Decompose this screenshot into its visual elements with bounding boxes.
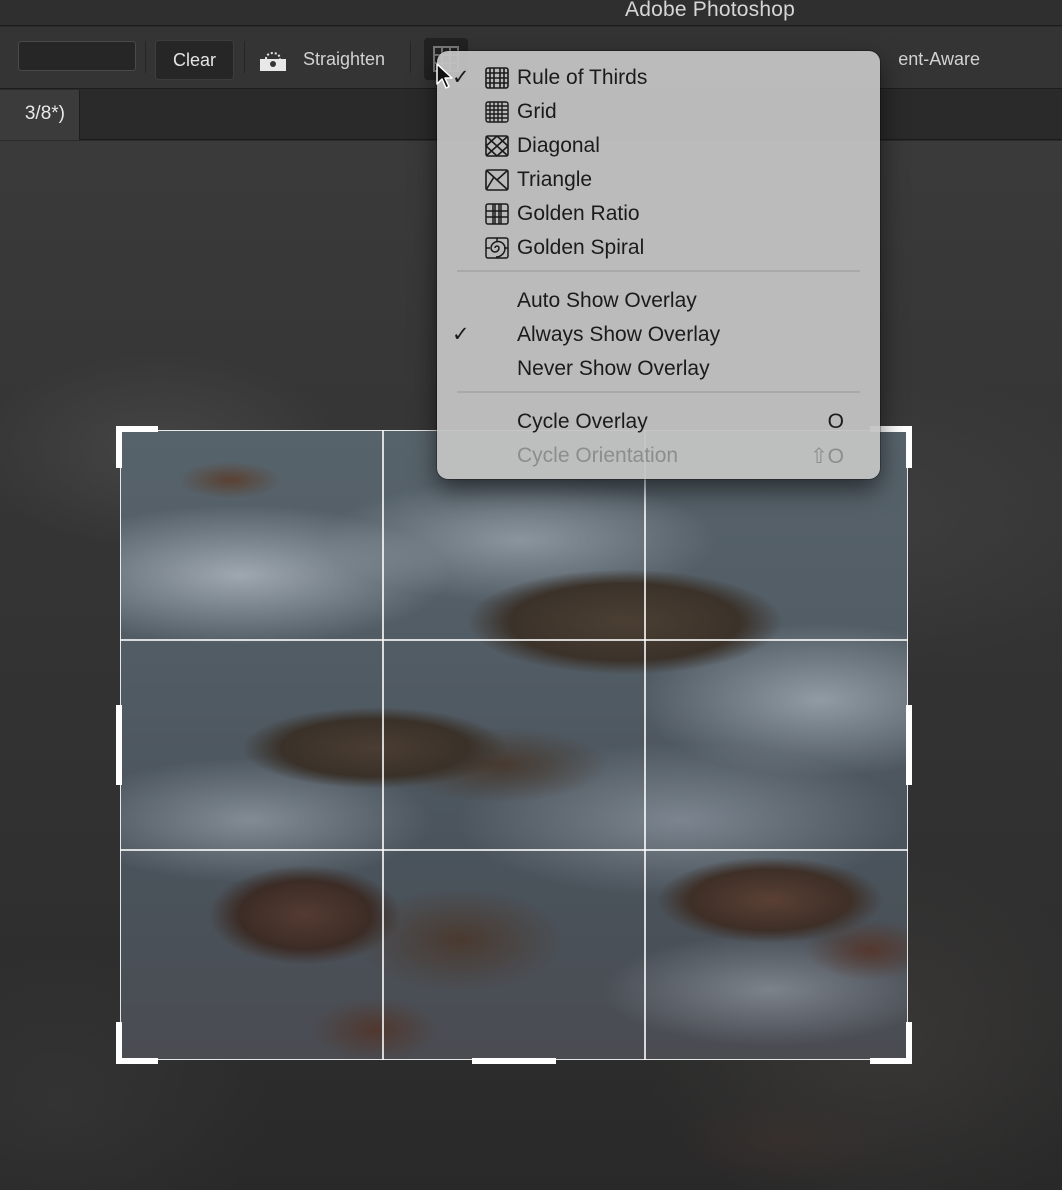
- crop-handle-top-right[interactable]: [906, 426, 912, 468]
- golden-ratio-icon: [485, 203, 509, 225]
- menu-item-grid[interactable]: Grid: [437, 93, 880, 127]
- crop-handle-right[interactable]: [906, 705, 912, 785]
- menu-item-cycle-overlay[interactable]: Cycle Overlay O: [437, 403, 880, 437]
- options-separator: [244, 41, 245, 73]
- rule-of-thirds-icon: [485, 67, 509, 89]
- menu-item-never-show-overlay[interactable]: Never Show Overlay: [437, 350, 880, 384]
- overlay-options-menu: ✓ Rule of Thirds Grid Diagonal Triangle …: [437, 51, 880, 479]
- menu-item-label: Triangle: [517, 168, 593, 191]
- straighten-button-label[interactable]: Straighten: [303, 49, 385, 70]
- straighten-level-icon[interactable]: [256, 47, 290, 73]
- title-bar: Adobe Photoshop: [0, 0, 1062, 26]
- menu-item-label: Always Show Overlay: [517, 323, 721, 346]
- menu-item-cycle-orientation: Cycle Orientation ⇧O: [437, 437, 880, 471]
- menu-item-label: Golden Ratio: [517, 202, 640, 225]
- menu-item-label: Golden Spiral: [517, 236, 645, 259]
- crop-handle-bottom-left[interactable]: [116, 1022, 122, 1064]
- triangle-icon: [485, 169, 509, 191]
- menu-item-golden-spiral[interactable]: Golden Spiral: [437, 229, 880, 263]
- menu-item-label: Rule of Thirds: [517, 66, 648, 89]
- keyboard-shortcut: O: [827, 410, 844, 433]
- clear-button[interactable]: Clear: [155, 40, 234, 80]
- menu-item-triangle[interactable]: Triangle: [437, 161, 880, 195]
- crop-handle-top-left[interactable]: [116, 426, 122, 468]
- document-tab[interactable]: 3/8*): [0, 90, 80, 140]
- menu-item-label: Cycle Overlay: [517, 410, 648, 433]
- keyboard-shortcut: ⇧O: [810, 445, 844, 468]
- menu-item-golden-ratio[interactable]: Golden Ratio: [437, 195, 880, 229]
- crop-handle-bottom-left[interactable]: [116, 1058, 158, 1064]
- grid-icon: [485, 101, 509, 123]
- app-title: Adobe Photoshop: [625, 0, 795, 21]
- mouse-pointer-icon: [436, 63, 453, 89]
- crop-handle-left[interactable]: [116, 705, 122, 785]
- crop-handle-bottom[interactable]: [472, 1058, 556, 1064]
- menu-item-label: Diagonal: [517, 134, 600, 157]
- options-separator: [410, 41, 411, 73]
- menu-item-label: Cycle Orientation: [517, 444, 679, 467]
- crop-handle-top-left[interactable]: [116, 426, 158, 432]
- diagonal-icon: [485, 135, 509, 157]
- menu-item-label: Grid: [517, 100, 557, 123]
- menu-separator: [457, 270, 860, 272]
- crop-boundary: [120, 430, 908, 1060]
- checkmark-icon: ✓: [452, 66, 470, 89]
- checkmark-icon: ✓: [452, 323, 470, 346]
- menu-separator: [457, 391, 860, 393]
- options-separator: [145, 41, 146, 73]
- ratio-value-field[interactable]: [18, 41, 136, 71]
- menu-item-auto-show-overlay[interactable]: Auto Show Overlay: [437, 282, 880, 316]
- menu-item-rule-of-thirds[interactable]: ✓ Rule of Thirds: [437, 59, 880, 93]
- menu-item-label: Auto Show Overlay: [517, 289, 697, 312]
- menu-item-diagonal[interactable]: Diagonal: [437, 127, 880, 161]
- crop-handle-bottom-right[interactable]: [906, 1022, 912, 1064]
- menu-item-always-show-overlay[interactable]: ✓ Always Show Overlay: [437, 316, 880, 350]
- golden-spiral-icon: [485, 237, 509, 259]
- menu-item-label: Never Show Overlay: [517, 357, 710, 380]
